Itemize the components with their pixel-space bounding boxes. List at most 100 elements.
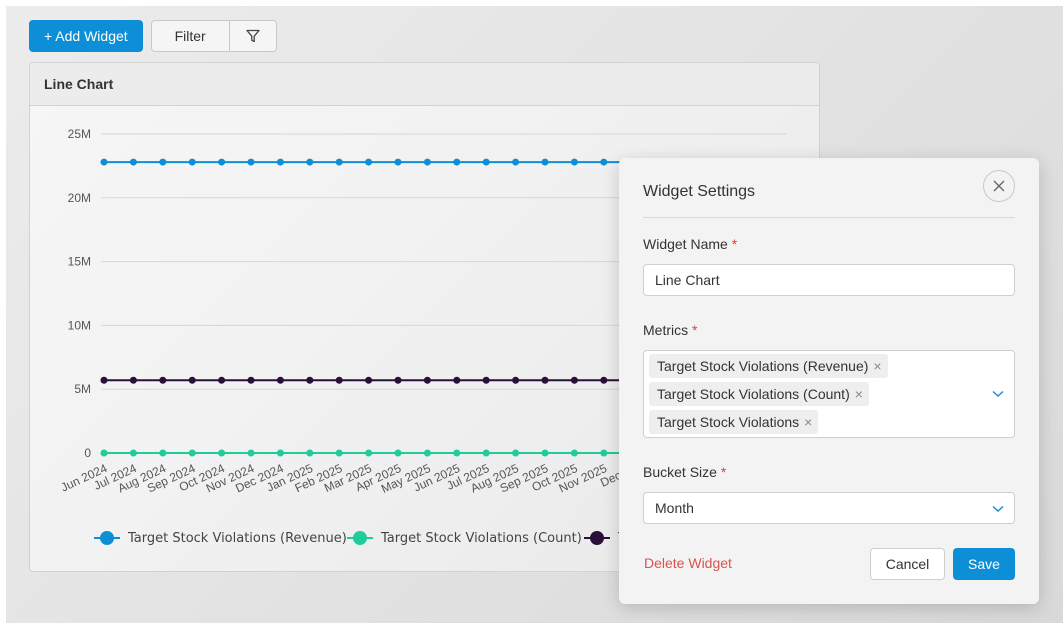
data-point bbox=[570, 158, 578, 166]
legend-label: Target Stock Violations (Revenue) bbox=[127, 531, 347, 546]
metric-tag-label: Target Stock Violations (Count) bbox=[657, 386, 850, 402]
data-point bbox=[306, 376, 314, 384]
filter-group: Filter bbox=[150, 20, 277, 52]
y-tick-label: 0 bbox=[84, 446, 91, 460]
data-point bbox=[423, 449, 431, 457]
bucket-size-label: Bucket Size * bbox=[643, 464, 726, 480]
widget-name-label-text: Widget Name bbox=[643, 236, 728, 252]
y-tick-label: 5M bbox=[74, 382, 91, 396]
data-point bbox=[100, 158, 108, 166]
metrics-label: Metrics * bbox=[643, 322, 697, 338]
data-point bbox=[394, 158, 402, 166]
widget-name-input[interactable] bbox=[643, 264, 1015, 296]
data-point bbox=[453, 449, 461, 457]
widget-title: Line Chart bbox=[30, 63, 819, 106]
data-point bbox=[218, 376, 226, 384]
data-point bbox=[335, 449, 343, 457]
y-tick-label: 20M bbox=[68, 191, 91, 205]
data-point bbox=[423, 376, 431, 384]
data-point bbox=[570, 376, 578, 384]
data-point bbox=[482, 158, 490, 166]
close-icon bbox=[993, 180, 1005, 192]
save-button[interactable]: Save bbox=[953, 548, 1015, 580]
data-point bbox=[276, 449, 284, 457]
data-point bbox=[335, 158, 343, 166]
filter-button[interactable]: Filter bbox=[152, 21, 230, 51]
data-point bbox=[188, 449, 196, 457]
legend-label: Target Stock Violations (Count) bbox=[380, 531, 582, 546]
bucket-size-value: Month bbox=[655, 500, 694, 516]
data-point bbox=[129, 449, 137, 457]
data-point bbox=[453, 376, 461, 384]
required-mark: * bbox=[731, 236, 738, 252]
data-point bbox=[129, 158, 137, 166]
data-point bbox=[218, 158, 226, 166]
remove-tag-icon[interactable]: × bbox=[873, 358, 881, 374]
metric-tag: Target Stock Violations × bbox=[649, 410, 819, 434]
data-point bbox=[159, 449, 167, 457]
data-point bbox=[306, 449, 314, 457]
data-point bbox=[365, 376, 373, 384]
data-point bbox=[159, 158, 167, 166]
data-point bbox=[541, 449, 549, 457]
metric-tag: Target Stock Violations (Count) × bbox=[649, 382, 869, 406]
data-point bbox=[453, 158, 461, 166]
add-widget-button[interactable]: + Add Widget bbox=[29, 20, 143, 52]
bucket-size-select[interactable]: Month bbox=[643, 492, 1015, 524]
widget-settings-dialog: Widget Settings Widget Name * Metrics * … bbox=[619, 158, 1039, 604]
data-point bbox=[247, 376, 255, 384]
bucket-size-label-text: Bucket Size bbox=[643, 464, 717, 480]
data-point bbox=[247, 158, 255, 166]
data-point bbox=[394, 449, 402, 457]
metrics-select[interactable]: Target Stock Violations (Revenue) × Targ… bbox=[643, 350, 1015, 438]
data-point bbox=[188, 376, 196, 384]
data-point bbox=[188, 158, 196, 166]
data-point bbox=[335, 376, 343, 384]
remove-tag-icon[interactable]: × bbox=[855, 386, 863, 402]
data-point bbox=[247, 449, 255, 457]
metrics-label-text: Metrics bbox=[643, 322, 689, 338]
chevron-down-icon bbox=[992, 505, 1004, 512]
data-point bbox=[306, 158, 314, 166]
data-point bbox=[365, 449, 373, 457]
widget-name-label: Widget Name * bbox=[643, 236, 737, 252]
data-point bbox=[218, 449, 226, 457]
data-point bbox=[129, 376, 137, 384]
dialog-title: Widget Settings bbox=[643, 183, 756, 200]
y-tick-label: 10M bbox=[68, 318, 91, 332]
data-point bbox=[159, 376, 167, 384]
required-mark: * bbox=[692, 322, 698, 338]
data-point bbox=[423, 158, 431, 166]
data-point bbox=[600, 376, 608, 384]
data-point bbox=[482, 449, 490, 457]
data-point bbox=[394, 376, 402, 384]
metric-tag: Target Stock Violations (Revenue) × bbox=[649, 354, 888, 378]
data-point bbox=[512, 376, 520, 384]
data-point bbox=[541, 158, 549, 166]
funnel-icon bbox=[246, 29, 260, 43]
data-point bbox=[600, 158, 608, 166]
legend-swatch-dot bbox=[100, 531, 114, 545]
close-button[interactable] bbox=[983, 170, 1015, 202]
data-point bbox=[541, 376, 549, 384]
dialog-divider bbox=[643, 217, 1015, 218]
data-point bbox=[276, 158, 284, 166]
y-tick-label: 15M bbox=[68, 255, 91, 269]
toolbar: + Add Widget Filter bbox=[29, 20, 277, 52]
data-point bbox=[482, 376, 490, 384]
chevron-down-icon[interactable] bbox=[992, 390, 1004, 398]
delete-widget-link[interactable]: Delete Widget bbox=[644, 555, 732, 571]
funnel-button[interactable] bbox=[230, 21, 276, 51]
data-point bbox=[365, 158, 373, 166]
data-point bbox=[570, 449, 578, 457]
legend-swatch-dot bbox=[590, 531, 604, 545]
data-point bbox=[512, 449, 520, 457]
data-point bbox=[276, 376, 284, 384]
data-point bbox=[100, 449, 108, 457]
y-tick-label: 25M bbox=[68, 127, 91, 141]
metric-tag-label: Target Stock Violations bbox=[657, 414, 800, 430]
data-point bbox=[600, 449, 608, 457]
data-point bbox=[512, 158, 520, 166]
remove-tag-icon[interactable]: × bbox=[804, 414, 812, 430]
cancel-button[interactable]: Cancel bbox=[870, 548, 945, 580]
